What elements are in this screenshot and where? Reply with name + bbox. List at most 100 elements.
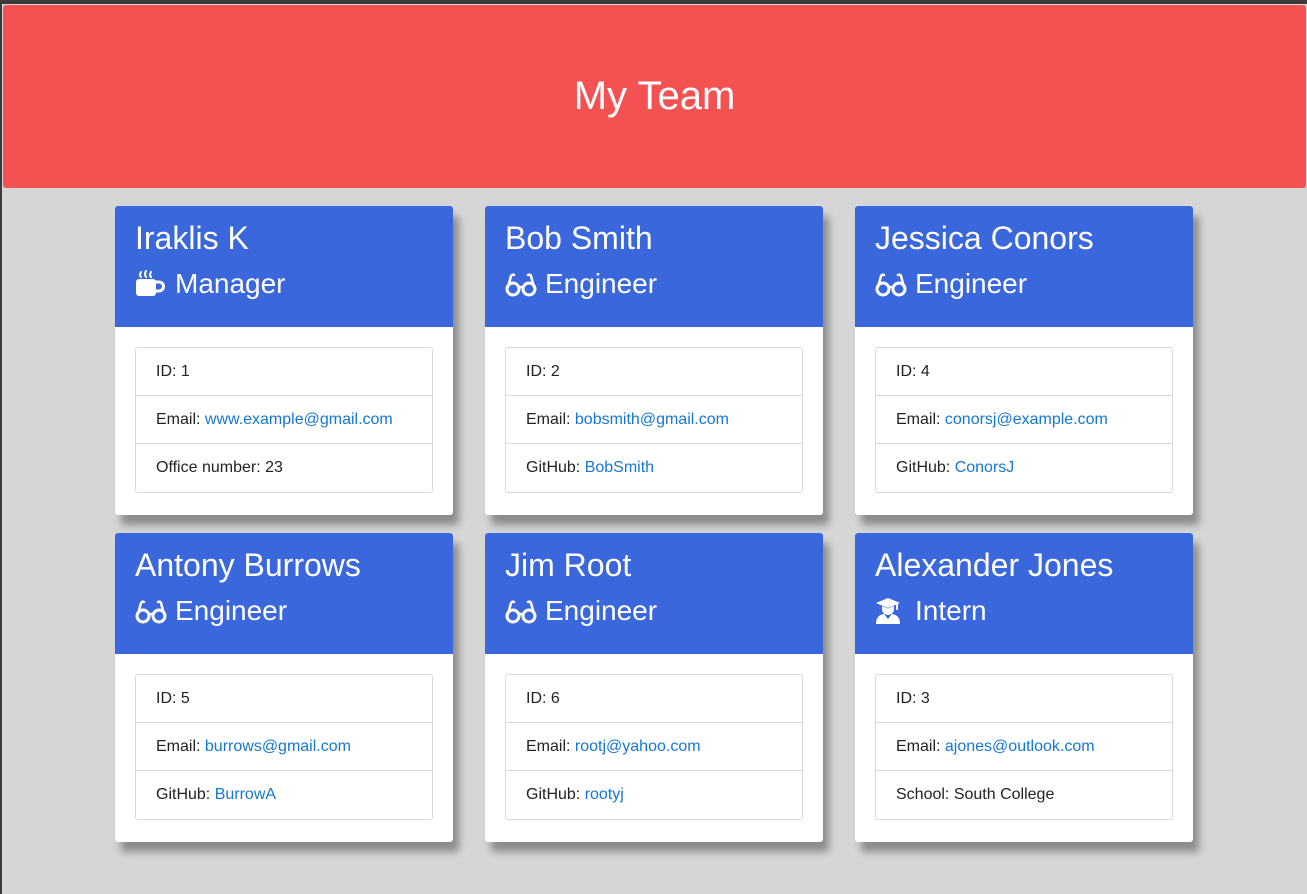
email-link[interactable]: ajones@outlook.com xyxy=(945,738,1095,755)
employee-name: Iraklis K xyxy=(135,220,249,256)
id-label: ID: xyxy=(526,690,547,707)
employee-card: Jim Root Engineer ID: 6 Email: rootj@yah… xyxy=(485,533,823,842)
graduate-icon xyxy=(875,597,907,625)
email-link[interactable]: burrows@gmail.com xyxy=(205,738,351,755)
glasses-icon xyxy=(135,597,167,625)
card-header: Jim Root Engineer xyxy=(485,533,823,654)
github-link[interactable]: BobSmith xyxy=(585,459,654,476)
card-body: ID: 2 Email: bobsmith@gmail.com GitHub: … xyxy=(485,327,823,493)
employee-role: Engineer xyxy=(505,595,803,627)
github-label: GitHub: xyxy=(896,459,951,476)
details-list: ID: 6 Email: rootj@yahoo.com GitHub: roo… xyxy=(505,674,803,820)
employee-name: Antony Burrows xyxy=(135,547,361,583)
role-label: Engineer xyxy=(545,268,658,299)
email-link[interactable]: bobsmith@gmail.com xyxy=(575,411,729,428)
id-row: ID: 4 xyxy=(876,348,1172,396)
email-label: Email: xyxy=(156,738,201,755)
window-left-border xyxy=(0,0,2,894)
id-value: 3 xyxy=(920,690,930,707)
office-row: Office number: 23 xyxy=(136,444,432,492)
details-list: ID: 4 Email: conorsj@example.com GitHub:… xyxy=(875,347,1173,493)
email-link[interactable]: www.example@gmail.com xyxy=(205,411,393,428)
employee-role: Engineer xyxy=(505,268,803,300)
id-value: 4 xyxy=(920,363,930,380)
card-header: Bob Smith Engineer xyxy=(485,206,823,327)
employee-card: Iraklis K Manager ID: 1 Email: www.examp… xyxy=(115,206,453,515)
id-label: ID: xyxy=(896,363,917,380)
email-label: Email: xyxy=(896,738,941,755)
id-value: 5 xyxy=(180,690,190,707)
id-label: ID: xyxy=(526,363,547,380)
header-banner: My Team xyxy=(3,5,1306,188)
email-label: Email: xyxy=(156,411,201,428)
id-row: ID: 2 xyxy=(506,348,802,396)
role-label: Engineer xyxy=(175,595,288,626)
role-label: Intern xyxy=(915,595,987,626)
id-value: 1 xyxy=(180,363,190,380)
github-label: GitHub: xyxy=(156,786,211,803)
id-value: 6 xyxy=(550,690,560,707)
id-row: ID: 3 xyxy=(876,675,1172,723)
email-row: Email: ajones@outlook.com xyxy=(876,723,1172,771)
coffee-icon xyxy=(135,270,167,298)
github-row: GitHub: BobSmith xyxy=(506,444,802,492)
employee-role: Intern xyxy=(875,595,1173,627)
github-row: GitHub: BurrowA xyxy=(136,771,432,819)
employee-card: Bob Smith Engineer ID: 2 Email: bobsmith… xyxy=(485,206,823,515)
card-header: Alexander Jones Intern xyxy=(855,533,1193,654)
card-body: ID: 3 Email: ajones@outlook.com School: … xyxy=(855,654,1193,820)
email-row: Email: rootj@yahoo.com xyxy=(506,723,802,771)
page-title: My Team xyxy=(573,74,736,118)
github-link[interactable]: ConorsJ xyxy=(955,459,1015,476)
github-row: GitHub: ConorsJ xyxy=(876,444,1172,492)
id-label: ID: xyxy=(156,690,177,707)
school-row: School: South College xyxy=(876,771,1172,819)
glasses-icon xyxy=(875,270,907,298)
id-row: ID: 6 xyxy=(506,675,802,723)
email-label: Email: xyxy=(526,411,571,428)
github-label: GitHub: xyxy=(526,786,581,803)
email-row: Email: burrows@gmail.com xyxy=(136,723,432,771)
github-row: GitHub: rootyj xyxy=(506,771,802,819)
email-row: Email: bobsmith@gmail.com xyxy=(506,396,802,444)
card-header: Iraklis K Manager xyxy=(115,206,453,327)
email-link[interactable]: rootj@yahoo.com xyxy=(575,738,701,755)
card-header: Antony Burrows Engineer xyxy=(115,533,453,654)
id-value: 2 xyxy=(550,363,560,380)
employee-role: Manager xyxy=(135,268,433,300)
employee-name: Bob Smith xyxy=(505,220,653,256)
employee-card: Jessica Conors Engineer ID: 4 Email: con… xyxy=(855,206,1193,515)
role-label: Engineer xyxy=(545,595,658,626)
email-link[interactable]: conorsj@example.com xyxy=(945,411,1108,428)
github-link[interactable]: BurrowA xyxy=(215,786,276,803)
card-body: ID: 1 Email: www.example@gmail.com Offic… xyxy=(115,327,453,493)
email-label: Email: xyxy=(896,411,941,428)
id-label: ID: xyxy=(896,690,917,707)
email-row: Email: conorsj@example.com xyxy=(876,396,1172,444)
employee-name: Jessica Conors xyxy=(875,220,1094,256)
office-value: 23 xyxy=(265,459,283,476)
card-header: Jessica Conors Engineer xyxy=(855,206,1193,327)
details-list: ID: 1 Email: www.example@gmail.com Offic… xyxy=(135,347,433,493)
email-label: Email: xyxy=(526,738,571,755)
employee-card: Antony Burrows Engineer ID: 5 Email: bur… xyxy=(115,533,453,842)
role-label: Engineer xyxy=(915,268,1028,299)
id-row: ID: 1 xyxy=(136,348,432,396)
school-value: South College xyxy=(953,786,1055,803)
github-link[interactable]: rootyj xyxy=(585,786,624,803)
employee-role: Engineer xyxy=(875,268,1173,300)
card-body: ID: 6 Email: rootj@yahoo.com GitHub: roo… xyxy=(485,654,823,820)
window-top-border xyxy=(0,0,1307,4)
email-row: Email: www.example@gmail.com xyxy=(136,396,432,444)
card-body: ID: 5 Email: burrows@gmail.com GitHub: B… xyxy=(115,654,453,820)
details-list: ID: 2 Email: bobsmith@gmail.com GitHub: … xyxy=(505,347,803,493)
id-label: ID: xyxy=(156,363,177,380)
details-list: ID: 5 Email: burrows@gmail.com GitHub: B… xyxy=(135,674,433,820)
glasses-icon xyxy=(505,597,537,625)
glasses-icon xyxy=(505,270,537,298)
details-list: ID: 3 Email: ajones@outlook.com School: … xyxy=(875,674,1173,820)
id-row: ID: 5 xyxy=(136,675,432,723)
role-label: Manager xyxy=(175,268,286,299)
card-body: ID: 4 Email: conorsj@example.com GitHub:… xyxy=(855,327,1193,493)
employee-card: Alexander Jones Intern ID: 3 Email: ajon… xyxy=(855,533,1193,842)
